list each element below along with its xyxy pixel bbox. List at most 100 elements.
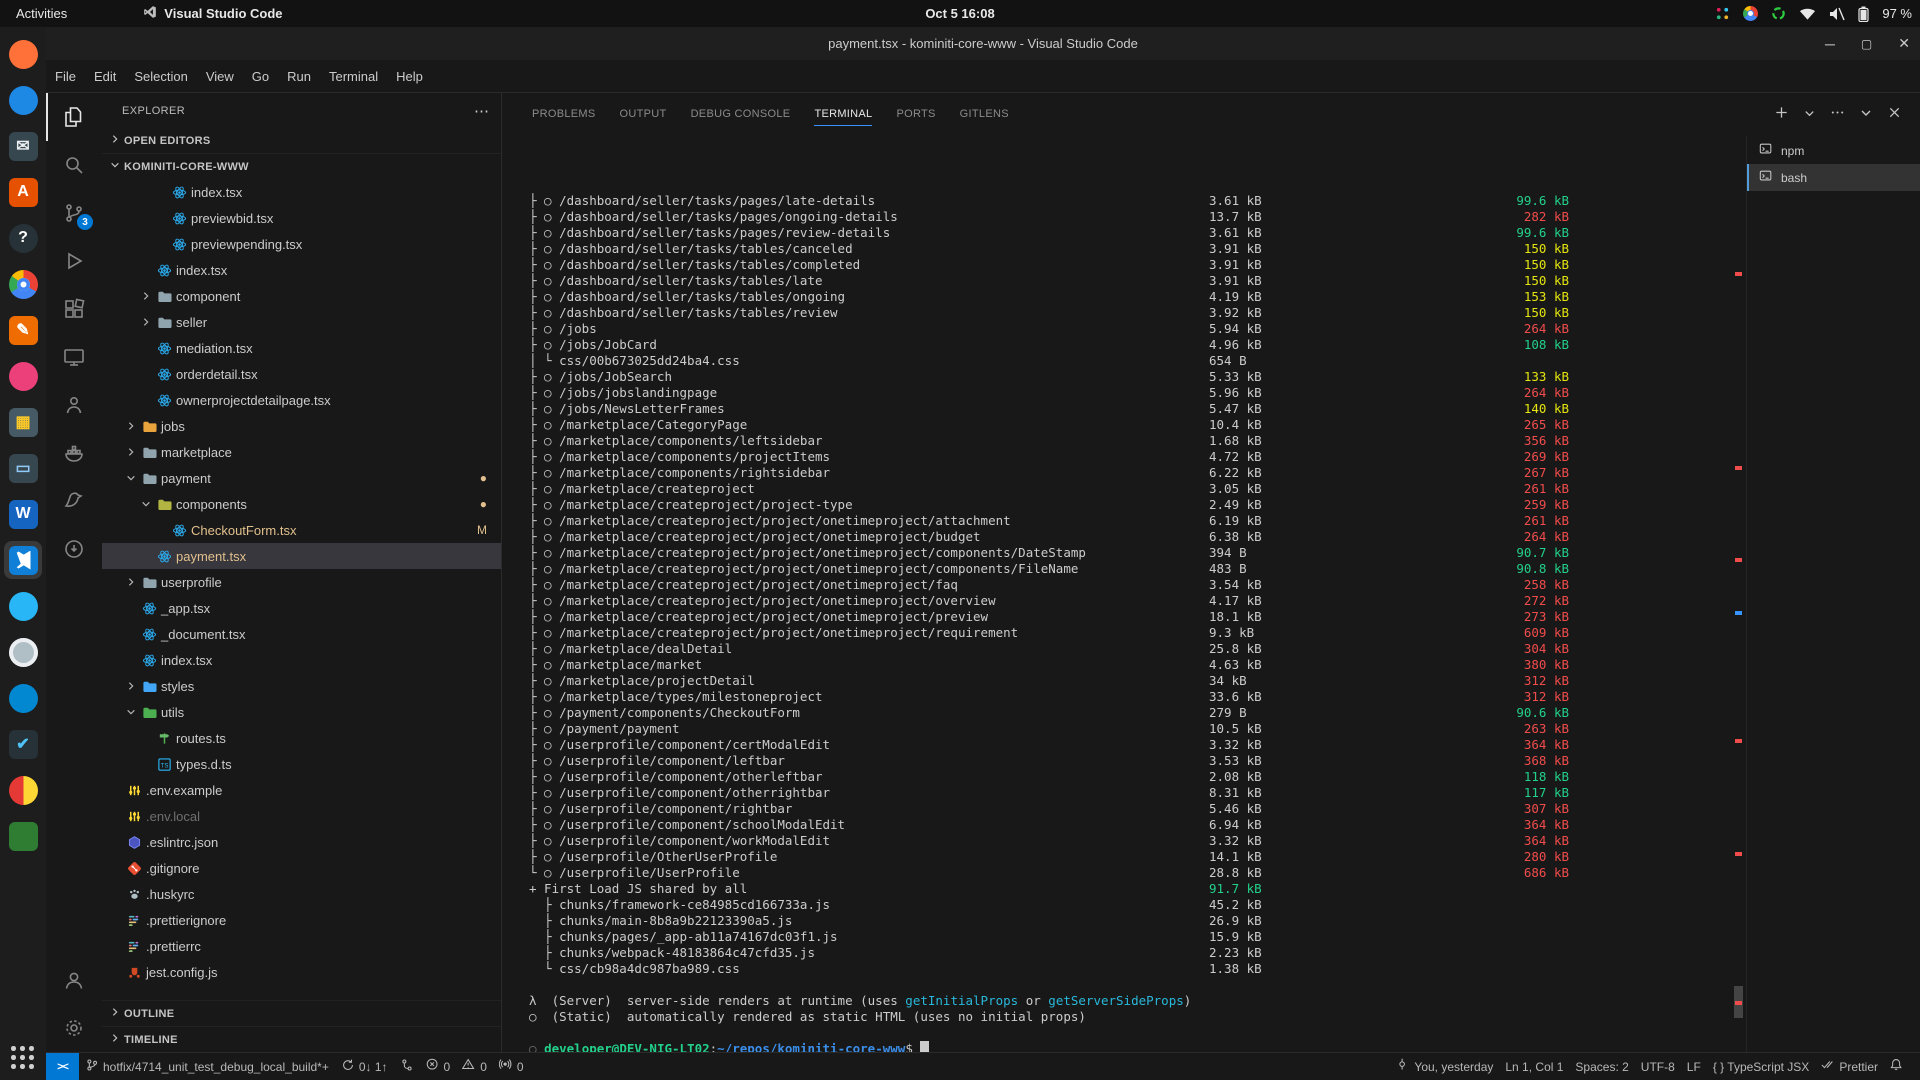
tree-item-.prettierignore[interactable]: .prettierignore xyxy=(102,907,501,933)
mail-app-icon[interactable]: ✉ xyxy=(4,127,42,165)
thunderbird-icon[interactable] xyxy=(4,81,42,119)
status-utf-8[interactable]: UTF-8 xyxy=(1635,1060,1681,1074)
plus-icon[interactable] xyxy=(1774,105,1789,125)
panel-tab-output[interactable]: OUTPUT xyxy=(608,102,679,128)
terminal-instance-npm[interactable]: npm xyxy=(1747,137,1920,164)
activity-accounts-icon[interactable] xyxy=(46,956,102,1004)
tree-item-routes.ts[interactable]: routes.ts xyxy=(102,725,501,751)
activity-thunder-client-icon[interactable] xyxy=(46,477,102,525)
tree-item-index.tsx[interactable]: index.tsx xyxy=(102,647,501,673)
workspace-root-section[interactable]: KOMINITI-CORE-WWW xyxy=(102,153,501,179)
system-tray[interactable]: 97 % xyxy=(1715,0,1912,27)
activity-run-debug-icon[interactable] xyxy=(46,237,102,285)
tree-item-components[interactable]: components● xyxy=(102,491,501,517)
tree-item-.huskyrc[interactable]: .huskyrc xyxy=(102,881,501,907)
explorer-more-actions[interactable]: ⋯ xyxy=(474,102,489,120)
clock[interactable]: Oct 5 16:08 xyxy=(925,6,994,21)
firefox-icon[interactable] xyxy=(4,35,42,73)
dropdown-chevron-icon[interactable] xyxy=(1803,106,1816,124)
green-app-icon[interactable] xyxy=(4,817,42,855)
tree-item-seller[interactable]: seller xyxy=(102,309,501,335)
remote-indicator[interactable]: >< xyxy=(46,1053,79,1080)
tree-item-ownerprojectdetailpage.tsx[interactable]: ownerprojectdetailpage.tsx xyxy=(102,387,501,413)
menu-run[interactable]: Run xyxy=(278,65,320,88)
close-button[interactable]: ✕ xyxy=(1898,35,1910,52)
activity-manage-icon[interactable] xyxy=(46,1004,102,1052)
pink-app-icon[interactable] xyxy=(4,357,42,395)
maximize-button[interactable]: ▢ xyxy=(1861,37,1872,51)
drop-app-icon[interactable] xyxy=(4,679,42,717)
outline-section[interactable]: OUTLINE xyxy=(102,1000,501,1026)
chrome-icon[interactable] xyxy=(4,265,42,303)
activity-live-share-icon[interactable] xyxy=(46,381,102,429)
panel-tab-debug-console[interactable]: DEBUG CONSOLE xyxy=(679,102,803,128)
menu-go[interactable]: Go xyxy=(243,65,278,88)
hide-panel-chevron-icon[interactable] xyxy=(1859,105,1873,124)
tree-item-.env.example[interactable]: .env.example xyxy=(102,777,501,803)
status-you-yesterday[interactable]: You, yesterday xyxy=(1390,1058,1499,1075)
terminal-instance-bash[interactable]: bash xyxy=(1747,164,1920,191)
tree-item-jobs[interactable]: jobs xyxy=(102,413,501,439)
open-editors-section[interactable]: OPEN EDITORS xyxy=(102,128,501,153)
menu-help[interactable]: Help xyxy=(387,65,432,88)
timeline-section[interactable]: TIMELINE xyxy=(102,1026,501,1052)
a-app-icon[interactable]: A xyxy=(4,173,42,211)
tree-item-jest.config.js[interactable]: jest.config.js xyxy=(102,959,501,985)
panel-tab-ports[interactable]: PORTS xyxy=(884,102,947,128)
tree-item-.eslintrc.json[interactable]: .eslintrc.json xyxy=(102,829,501,855)
activity-gitlens-icon[interactable] xyxy=(46,525,102,573)
grid-app-icon[interactable]: ▦ xyxy=(4,403,42,441)
more-actions-icon[interactable] xyxy=(1830,105,1845,125)
status-0[interactable]: 0 xyxy=(493,1058,530,1075)
menu-file[interactable]: File xyxy=(46,65,85,88)
tree-item-payment[interactable]: payment● xyxy=(102,465,501,491)
activity-source-control-icon[interactable]: 3 xyxy=(46,189,102,237)
menu-selection[interactable]: Selection xyxy=(125,65,196,88)
close-panel-icon[interactable] xyxy=(1887,105,1902,125)
menu-terminal[interactable]: Terminal xyxy=(320,65,387,88)
minimize-button[interactable]: ─ xyxy=(1825,36,1835,52)
app-grid-icon[interactable] xyxy=(11,1046,35,1070)
display-app-icon[interactable]: ▭ xyxy=(4,449,42,487)
status-bell[interactable] xyxy=(1884,1058,1910,1075)
tree-item-index.tsx[interactable]: index.tsx xyxy=(102,257,501,283)
activity-extensions-icon[interactable] xyxy=(46,285,102,333)
check-app-icon[interactable]: ✔ xyxy=(4,725,42,763)
tree-item--app.tsx[interactable]: _app.tsx xyxy=(102,595,501,621)
tree-item-previewbid.tsx[interactable]: previewbid.tsx xyxy=(102,205,501,231)
tree-item-marketplace[interactable]: marketplace xyxy=(102,439,501,465)
tree-item-utils[interactable]: utils xyxy=(102,699,501,725)
tree-item-mediation.tsx[interactable]: mediation.tsx xyxy=(102,335,501,361)
terminal-output[interactable]: ├ ○ /dashboard/seller/tasks/pages/late-d… xyxy=(502,136,1732,1052)
tree-item-userprofile[interactable]: userprofile xyxy=(102,569,501,595)
terminal-prompt[interactable]: ○ developer@DEV-NIG-LT02:~/repos/kominit… xyxy=(529,1041,1732,1052)
tree-item-previewpending.tsx[interactable]: previewpending.tsx xyxy=(102,231,501,257)
status-spaces-2[interactable]: Spaces: 2 xyxy=(1569,1060,1634,1074)
w-app-icon[interactable]: W xyxy=(4,495,42,533)
tree-item-types.d.ts[interactable]: TStypes.d.ts xyxy=(102,751,501,777)
activity-search-icon[interactable] xyxy=(46,141,102,189)
status-prettier[interactable]: Prettier xyxy=(1815,1058,1884,1075)
vscode-icon[interactable] xyxy=(4,541,42,579)
duo-app-icon[interactable] xyxy=(4,771,42,809)
tree-item-.prettierrc[interactable]: .prettierrc xyxy=(102,933,501,959)
panel-tab-problems[interactable]: PROBLEMS xyxy=(520,102,608,128)
status-hotfix-4714-unit-test-debug-local-build[interactable]: hotfix/4714_unit_test_debug_local_build*… xyxy=(79,1058,335,1075)
activities-button[interactable]: Activities xyxy=(0,0,83,27)
tree-item-styles[interactable]: styles xyxy=(102,673,501,699)
activity-remote-explorer-icon[interactable] xyxy=(46,333,102,381)
blue-app-icon[interactable] xyxy=(4,587,42,625)
tree-item-orderdetail.tsx[interactable]: orderdetail.tsx xyxy=(102,361,501,387)
wheel-app-icon[interactable] xyxy=(4,633,42,671)
terminal-scrollbar[interactable] xyxy=(1732,136,1746,1052)
menu-view[interactable]: View xyxy=(197,65,243,88)
title-bar[interactable]: payment.tsx - kominiti-core-www - Visual… xyxy=(46,27,1920,60)
status-0-1[interactable]: 0↓ 1↑ xyxy=(335,1058,394,1075)
tree-item-payment.tsx[interactable]: payment.tsx xyxy=(102,543,501,569)
tree-item-index.tsx[interactable]: index.tsx xyxy=(102,179,501,205)
editor-app-icon[interactable]: ✎ xyxy=(4,311,42,349)
activity-explorer-icon[interactable] xyxy=(46,93,102,141)
tree-item-.gitignore[interactable]: .gitignore xyxy=(102,855,501,881)
activity-docker-icon[interactable] xyxy=(46,429,102,477)
status-0[interactable]: 0 xyxy=(456,1058,493,1075)
